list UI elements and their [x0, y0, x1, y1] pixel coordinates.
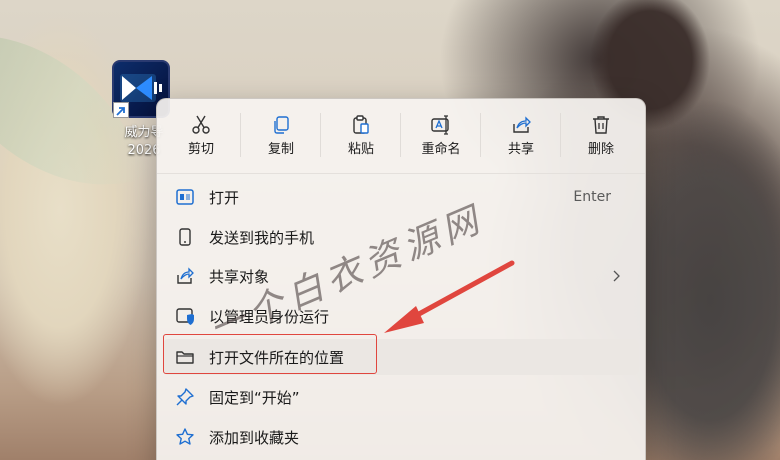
menu-item-open-file-location[interactable]: 打开文件所在的位置 — [163, 339, 639, 375]
menu-item-label: 打开 — [209, 188, 240, 207]
chevron-right-icon — [613, 270, 620, 282]
menu-item-label: 打开文件所在的位置 — [209, 348, 345, 367]
phone-icon — [179, 228, 191, 246]
pin-icon — [176, 388, 194, 406]
share-icon — [513, 116, 531, 133]
shield-icon — [176, 308, 194, 325]
shortcut-hint: Enter — [573, 189, 611, 205]
cut-label: 剪切 — [187, 142, 214, 157]
delete-button[interactable]: 删除 — [561, 105, 641, 167]
rename-label: 重命名 — [421, 142, 461, 157]
menu-item-share-with[interactable]: 共享对象 — [163, 258, 639, 294]
folder-icon — [176, 351, 194, 364]
menu-item-send-to-phone[interactable]: 发送到我的手机 — [163, 219, 639, 255]
menu-item-label: 发送到我的手机 — [209, 228, 315, 247]
delete-label: 删除 — [587, 142, 614, 157]
star-icon — [176, 428, 194, 445]
paste-icon — [353, 115, 369, 134]
share-label: 共享 — [507, 142, 534, 157]
rename-button[interactable]: 重命名 — [401, 105, 481, 167]
context-toolbar: 剪切 复制 粘贴 重命名 共享 删除 — [161, 105, 641, 167]
app-window-icon — [176, 189, 194, 205]
copy-button[interactable]: 复制 — [241, 105, 321, 167]
shortcut-arrow-icon — [113, 102, 129, 118]
menu-item-run-as-admin[interactable]: 以管理员身份运行 — [163, 298, 639, 334]
trash-icon — [593, 116, 609, 134]
menu-item-label: 固定到“开始” — [209, 388, 300, 407]
copy-label: 复制 — [267, 142, 294, 157]
menu-separator — [157, 173, 645, 174]
share-icon — [177, 267, 194, 284]
paste-label: 粘贴 — [347, 142, 374, 157]
rename-icon — [431, 115, 449, 135]
menu-item-pin-to-start[interactable]: 固定到“开始” — [163, 379, 639, 415]
desktop: 威力导 2026 剪切 复制 粘贴 重命名 共享 删除 打开 Enter 发送到… — [0, 0, 780, 460]
menu-item-label: 共享对象 — [209, 267, 270, 286]
share-button[interactable]: 共享 — [481, 105, 561, 167]
menu-item-open[interactable]: 打开 Enter — [163, 179, 639, 215]
scissors-icon — [192, 115, 210, 134]
cut-button[interactable]: 剪切 — [161, 105, 241, 167]
paste-button[interactable]: 粘贴 — [321, 105, 401, 167]
menu-item-label: 以管理员身份运行 — [209, 307, 330, 326]
menu-item-label: 添加到收藏夹 — [209, 428, 300, 447]
menu-item-add-to-favorites[interactable]: 添加到收藏夹 — [163, 419, 639, 455]
context-menu: 剪切 复制 粘贴 重命名 共享 删除 打开 Enter 发送到我的手机 共享对象… — [156, 98, 646, 460]
copy-icon — [274, 116, 289, 134]
